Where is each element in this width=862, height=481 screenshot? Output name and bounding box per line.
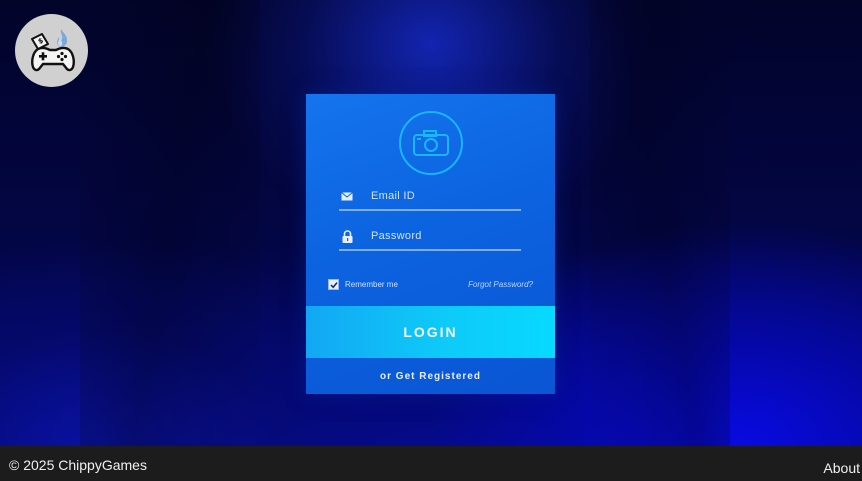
about-link[interactable]: About — [823, 460, 860, 476]
avatar-circle — [399, 111, 463, 175]
login-card: Email ID Password Remember me Forgot Pas… — [306, 94, 555, 394]
checkmark-icon — [329, 281, 338, 288]
password-field[interactable]: Password — [339, 223, 521, 251]
password-placeholder: Password — [371, 230, 422, 242]
lock-icon — [340, 229, 354, 243]
camera-icon — [413, 130, 449, 156]
email-field[interactable]: Email ID — [339, 183, 521, 211]
remember-me-checkbox[interactable]: Remember me — [328, 279, 398, 290]
gamepad-flame-icon: $ — [30, 28, 75, 71]
footer: © 2025 ChippyGames About — [0, 446, 862, 481]
remember-me-label: Remember me — [345, 280, 398, 289]
forgot-password-link[interactable]: Forgot Password? — [468, 280, 533, 289]
background-light-beam — [80, 0, 260, 446]
site-logo[interactable]: $ — [15, 14, 88, 87]
checkbox-box[interactable] — [328, 279, 339, 290]
background-light-beam — [590, 0, 730, 446]
envelope-icon — [340, 189, 354, 203]
register-link-label: or Get Registered — [380, 370, 481, 382]
login-button-label: LOGIN — [403, 324, 458, 340]
login-button[interactable]: LOGIN — [306, 306, 555, 358]
copyright-text: © 2025 ChippyGames — [9, 457, 147, 473]
register-link[interactable]: or Get Registered — [306, 358, 555, 394]
email-placeholder: Email ID — [371, 190, 415, 202]
